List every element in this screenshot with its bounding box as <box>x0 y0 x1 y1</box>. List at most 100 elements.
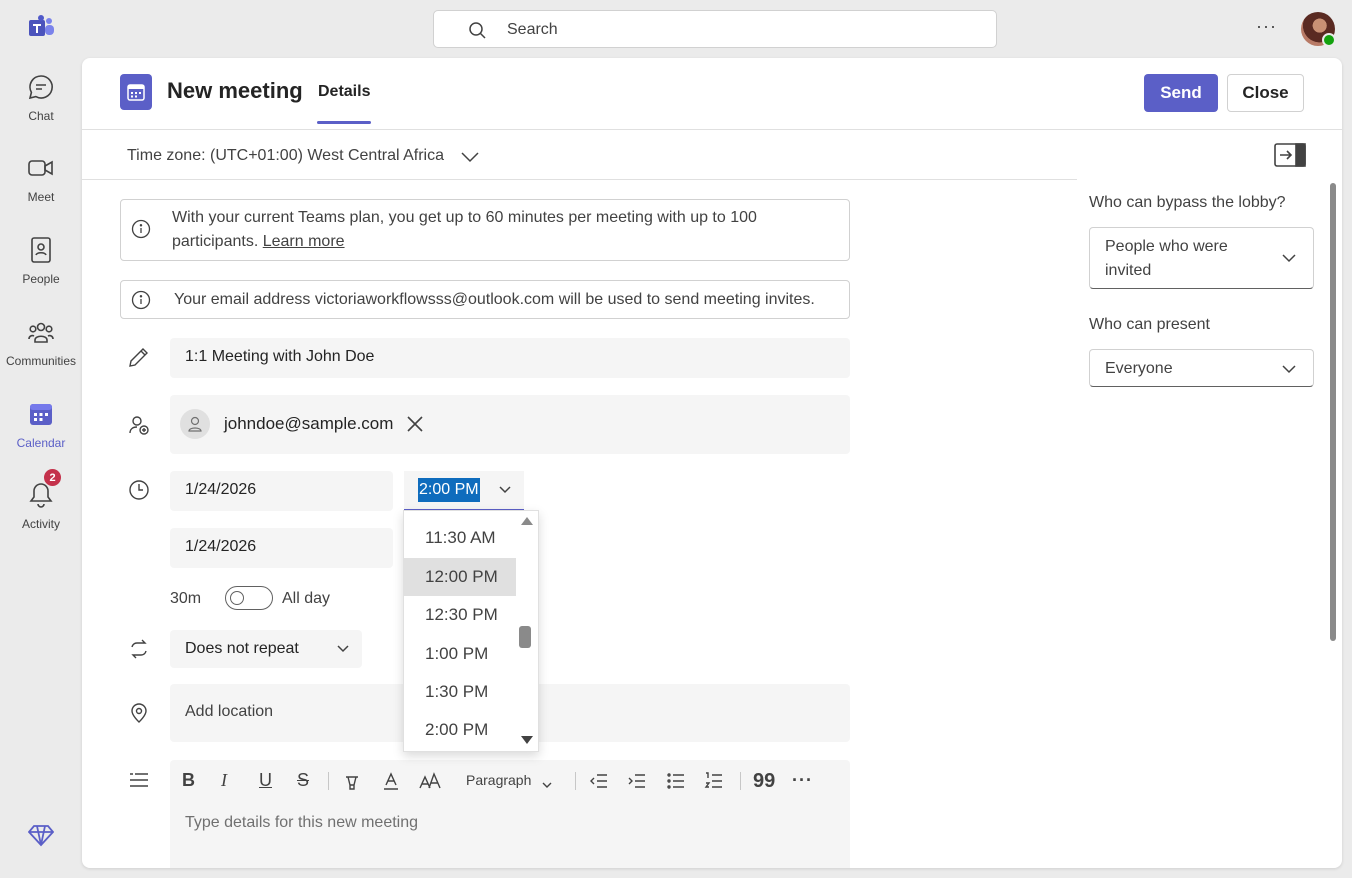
location-pin-icon <box>131 703 147 723</box>
chevron-down-icon[interactable] <box>460 150 480 164</box>
highlight-icon[interactable] <box>342 770 362 792</box>
meeting-title-input[interactable]: 1:1 Meeting with John Doe <box>170 338 850 378</box>
chevron-down-icon <box>1282 254 1296 263</box>
attendees-input[interactable]: johndoe@sample.com <box>170 395 850 454</box>
send-button[interactable]: Send <box>1144 74 1218 112</box>
teams-logo-icon[interactable] <box>26 14 56 42</box>
premium-diamond-icon[interactable] <box>27 822 55 848</box>
more-formatting-icon[interactable]: ··· <box>792 770 813 792</box>
plan-notice-text: With your current Teams plan, you get up… <box>172 209 757 250</box>
end-date-input[interactable]: 1/24/2026 <box>170 528 393 568</box>
rail-label: Activity <box>21 517 60 531</box>
search-placeholder: Search <box>507 21 558 38</box>
time-dropdown-list[interactable]: 11:30 AM 12:00 PM 12:30 PM 1:00 PM 1:30 … <box>403 510 539 752</box>
dropdown-scroll-thumb[interactable] <box>519 626 531 648</box>
meeting-calendar-icon <box>120 74 152 110</box>
rail-item-meet[interactable]: Meet <box>0 154 82 224</box>
rail-item-people[interactable]: People <box>0 236 82 306</box>
lobby-value: People who were invited <box>1105 235 1228 283</box>
repeat-icon <box>131 639 147 659</box>
quote-icon[interactable]: 99 <box>753 770 775 792</box>
start-time-select[interactable]: 2:00 PM <box>404 471 524 511</box>
details-editor[interactable]: B I U S Paragraph 99 ··· Type details fo… <box>170 760 850 868</box>
video-camera-icon <box>28 160 53 176</box>
plan-limit-notice: With your current Teams plan, you get up… <box>120 199 850 261</box>
remove-attendee-icon[interactable] <box>407 416 423 432</box>
attendee-email: johndoe@sample.com <box>224 414 394 433</box>
chevron-down-icon <box>542 782 552 788</box>
panel-scrollbar[interactable] <box>1330 183 1336 641</box>
underline-icon[interactable]: U <box>259 770 272 792</box>
duration-label: 30m <box>170 590 202 607</box>
search-box[interactable]: Search <box>433 10 997 48</box>
info-icon <box>131 290 151 310</box>
tab-active-indicator <box>317 121 371 124</box>
chevron-down-icon <box>1282 365 1296 374</box>
time-option[interactable]: 1:30 PM <box>404 673 516 711</box>
present-value: Everyone <box>1105 360 1173 377</box>
clock-icon <box>129 480 149 500</box>
all-day-toggle[interactable] <box>225 586 273 610</box>
font-size-icon[interactable] <box>419 770 441 792</box>
paragraph-style-select[interactable]: Paragraph <box>466 772 531 788</box>
rail-item-communities[interactable]: Communities <box>0 318 82 388</box>
pencil-icon <box>129 348 148 367</box>
present-select[interactable]: Everyone <box>1089 349 1314 387</box>
rail-label: Communities <box>5 354 77 368</box>
lobby-value-line2: invited <box>1105 262 1152 279</box>
more-options-icon[interactable]: ··· <box>1256 16 1282 42</box>
divider <box>82 179 1077 180</box>
close-button[interactable]: Close <box>1227 74 1304 112</box>
add-attendee-icon <box>129 416 149 435</box>
chevron-down-icon <box>499 486 511 494</box>
page-title: New meeting <box>167 78 303 103</box>
increase-indent-icon[interactable] <box>627 770 647 792</box>
app-rail: Chat Meet People Communities Calendar 2 … <box>0 0 82 878</box>
repeat-value: Does not repeat <box>185 640 299 657</box>
info-icon <box>131 219 151 239</box>
bold-icon[interactable]: B <box>182 770 195 792</box>
contact-book-icon <box>31 237 51 263</box>
text-lines-icon <box>130 773 148 787</box>
lobby-select[interactable]: People who were invited <box>1089 227 1314 289</box>
tab-details[interactable]: Details <box>318 83 370 101</box>
start-date-input[interactable]: 1/24/2026 <box>170 471 393 511</box>
bulleted-list-icon[interactable] <box>666 770 686 792</box>
scroll-down-arrow-icon[interactable] <box>520 735 534 745</box>
start-time-value: 2:00 PM <box>418 478 480 502</box>
rail-item-calendar[interactable]: Calendar <box>0 400 82 470</box>
strikethrough-icon[interactable]: S <box>297 770 309 792</box>
rail-item-chat[interactable]: Chat <box>0 73 82 143</box>
email-notice: Your email address victoriaworkflowsss@o… <box>120 280 850 319</box>
search-icon <box>469 22 486 39</box>
time-option[interactable]: 12:00 PM <box>404 558 516 596</box>
form-header: New meeting Details Send Close <box>82 58 1342 130</box>
timezone-selector[interactable]: Time zone: (UTC+01:00) West Central Afri… <box>127 147 444 165</box>
present-label: Who can present <box>1089 316 1210 333</box>
scroll-up-arrow-icon[interactable] <box>520 516 534 526</box>
toolbar-divider <box>740 772 741 790</box>
learn-more-link[interactable]: Learn more <box>263 233 345 250</box>
person-avatar-icon <box>180 409 210 439</box>
time-option[interactable]: 11:30 AM <box>404 519 516 557</box>
attendee-chip[interactable]: johndoe@sample.com <box>180 408 423 440</box>
collapse-panel-icon[interactable] <box>1274 143 1306 167</box>
lobby-value-line1: People who were <box>1105 238 1228 255</box>
chat-icon <box>28 75 53 100</box>
numbered-list-icon[interactable] <box>704 770 724 792</box>
font-color-icon[interactable] <box>381 770 401 792</box>
presence-available-icon <box>1322 33 1336 47</box>
meeting-form-panel: New meeting Details Send Close Time zone… <box>82 58 1342 868</box>
decrease-indent-icon[interactable] <box>589 770 609 792</box>
repeat-select[interactable]: Does not repeat <box>170 630 362 668</box>
italic-icon[interactable]: I <box>221 770 227 792</box>
people-group-icon <box>28 322 54 343</box>
rail-item-activity[interactable]: 2 Activity <box>0 468 82 551</box>
time-option[interactable]: 1:00 PM <box>404 635 516 673</box>
details-placeholder: Type details for this new meeting <box>185 814 419 831</box>
rail-label: Calendar <box>16 436 66 450</box>
lobby-label: Who can bypass the lobby? <box>1089 194 1286 211</box>
time-option[interactable]: 12:30 PM <box>404 596 516 634</box>
toggle-knob <box>230 591 244 605</box>
time-option[interactable]: 2:00 PM <box>404 711 516 749</box>
